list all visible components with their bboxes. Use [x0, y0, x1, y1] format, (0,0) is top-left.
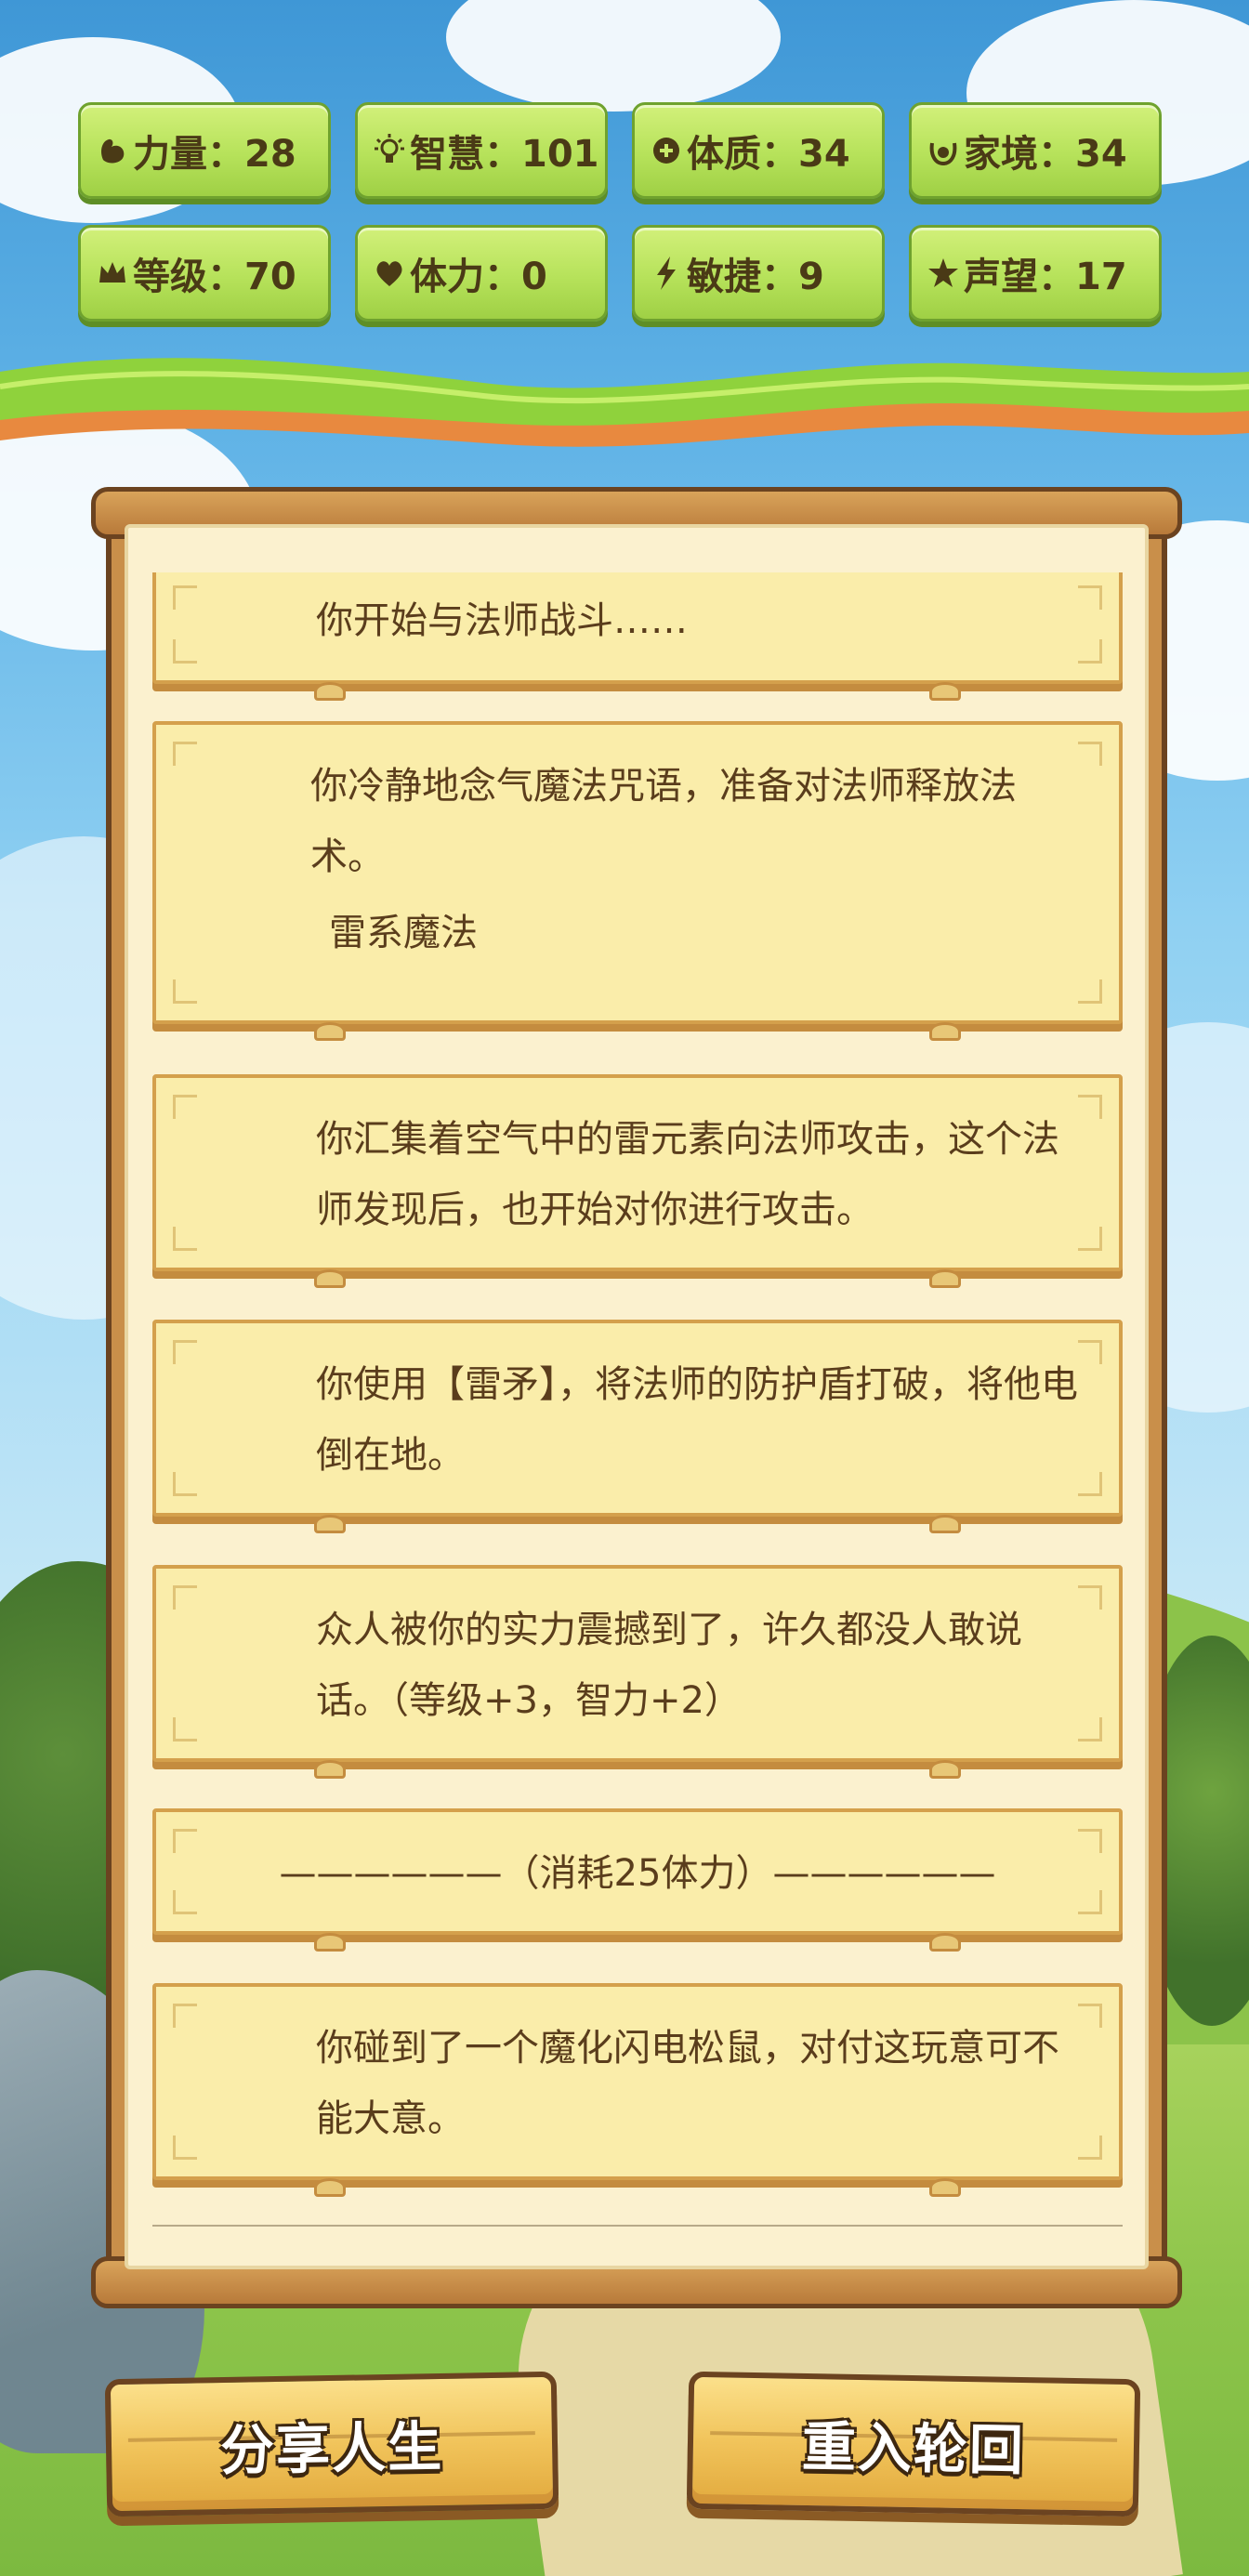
constitution-icon [650, 132, 683, 169]
corner-ornament [173, 1227, 197, 1251]
corner-ornament [173, 639, 197, 664]
stat-reputation: 声望：17 [909, 225, 1162, 322]
log-subtext: 雷系魔法 [329, 912, 478, 954]
log-text: 你开始与法师战斗…… [316, 599, 688, 642]
card-tab [314, 1760, 346, 1779]
log-entry: 你开始与法师战斗…… [152, 572, 1123, 701]
card-tab [929, 1760, 961, 1779]
corner-ornament [1078, 742, 1102, 766]
share-life-button[interactable]: 分享人生 [104, 2371, 559, 2517]
card-tab [314, 2178, 346, 2197]
log-entry: 你汇集着空气中的雷元素向法师攻击，这个法师发现后，也开始对你进行攻击。 [152, 1074, 1123, 1288]
card-tab [929, 682, 961, 701]
stat-text: 敏捷：9 [687, 256, 824, 298]
wisdom-icon [373, 132, 406, 169]
stat-text: 声望：17 [964, 256, 1127, 298]
attribute-panel: 力量：28 智慧：101 体质：34 家境：34 等级：70 体力：0 敏捷：9… [78, 102, 1171, 322]
corner-ornament [173, 1585, 197, 1610]
stat-agility: 敏捷：9 [632, 225, 885, 322]
event-log[interactable]: 你开始与法师战斗…… 你冷静地念气魔法咒语，准备对法师释放法术。 雷系魔法 你汇… [152, 572, 1123, 2223]
crown-icon [96, 255, 129, 292]
corner-ornament [173, 742, 197, 766]
lightning-icon [650, 255, 683, 292]
corner-ornament [1078, 2004, 1102, 2028]
corner-ornament [173, 2136, 197, 2160]
corner-ornament [173, 1340, 197, 1364]
corner-ornament [1078, 639, 1102, 664]
log-text: 你冷静地念气魔法咒语，准备对法师释放法术。 [310, 765, 1017, 878]
corner-ornament [1078, 1890, 1102, 1914]
stat-constitution: 体质：34 [632, 102, 885, 199]
card-tab [314, 1933, 346, 1952]
card-tab [929, 1933, 961, 1952]
card-tab [929, 2178, 961, 2197]
corner-ornament [1078, 1717, 1102, 1741]
stat-text: 力量：28 [133, 133, 296, 176]
strength-icon [96, 132, 129, 169]
stat-text: 体质：34 [687, 133, 850, 176]
card-tab [929, 1022, 961, 1041]
stat-text: 家境：34 [964, 133, 1127, 176]
log-text: 你汇集着空气中的雷元素向法师攻击，这个法师发现后，也开始对你进行攻击。 [316, 1118, 1059, 1231]
card-tab [314, 1269, 346, 1288]
corner-ornament [1078, 1227, 1102, 1251]
star-icon [927, 255, 960, 292]
corner-ornament [1078, 1340, 1102, 1364]
family-icon [927, 132, 960, 169]
corner-ornament [173, 1717, 197, 1741]
wave-divider [0, 358, 1249, 447]
stat-strength: 力量：28 [78, 102, 331, 199]
log-text: 众人被你的实力震撼到了，许久都没人敢说话。（等级+3，智力+2） [316, 1609, 1022, 1722]
stat-text: 等级：70 [133, 256, 296, 298]
reincarnate-button[interactable]: 重入轮回 [686, 2371, 1141, 2517]
card-tab [929, 1515, 961, 1533]
corner-ornament [173, 1095, 197, 1119]
log-entry: 你碰到了一个魔化闪电松鼠，对付这玩意可不能大意。 [152, 1983, 1123, 2197]
card-tab [929, 1269, 961, 1288]
log-entry: 你使用【雷矛】，将法师的防护盾打破，将他电倒在地。 [152, 1320, 1123, 1533]
corner-ornament [173, 585, 197, 610]
corner-ornament [1078, 1585, 1102, 1610]
button-label: 分享人生 [219, 2414, 444, 2483]
heart-icon [373, 255, 406, 292]
stat-wisdom: 智慧：101 [355, 102, 608, 199]
button-label: 重入轮回 [801, 2414, 1026, 2483]
corner-ornament [173, 1829, 197, 1853]
corner-ornament [1078, 1829, 1102, 1853]
card-tab [314, 1515, 346, 1533]
stat-family: 家境：34 [909, 102, 1162, 199]
corner-ornament [173, 2004, 197, 2028]
stat-text: 体力：0 [410, 256, 547, 298]
log-text: 你碰到了一个魔化闪电松鼠，对付这玩意可不能大意。 [316, 2027, 1059, 2140]
stat-level: 等级：70 [78, 225, 331, 322]
corner-ornament [1078, 585, 1102, 610]
log-text: ——————（消耗25体力）—————— [279, 1852, 996, 1895]
corner-ornament [173, 979, 197, 1004]
stat-stamina: 体力：0 [355, 225, 608, 322]
log-entry-separator: ——————（消耗25体力）—————— [152, 1808, 1123, 1952]
corner-ornament [1078, 979, 1102, 1004]
corner-ornament [173, 1890, 197, 1914]
log-entry: 众人被你的实力震撼到了，许久都没人敢说话。（等级+3，智力+2） [152, 1565, 1123, 1779]
log-text: 你使用【雷矛】，将法师的防护盾打破，将他电倒在地。 [316, 1363, 1078, 1477]
corner-ornament [173, 1472, 197, 1496]
corner-ornament [1078, 1095, 1102, 1119]
card-tab [314, 682, 346, 701]
log-entry: 你冷静地念气魔法咒语，准备对法师释放法术。 雷系魔法 [152, 721, 1123, 1041]
log-end-divider [152, 2225, 1123, 2227]
stat-text: 智慧：101 [410, 133, 599, 176]
corner-ornament [1078, 1472, 1102, 1496]
corner-ornament [1078, 2136, 1102, 2160]
card-tab [314, 1022, 346, 1041]
